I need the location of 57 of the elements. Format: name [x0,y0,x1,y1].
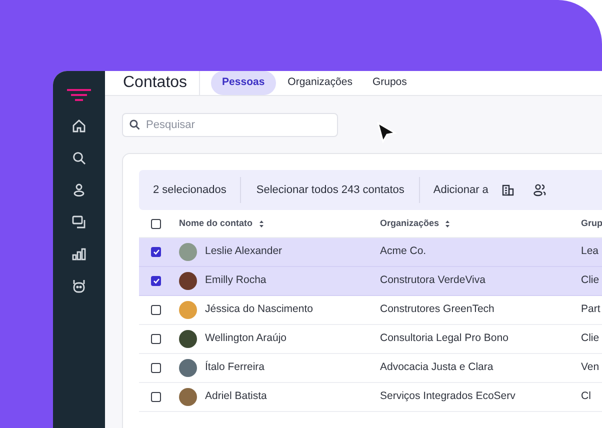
checkbox[interactable] [151,276,161,286]
checkbox[interactable] [151,334,161,344]
robot-icon[interactable] [72,279,86,293]
contact-name: Emilly Rocha [205,273,266,288]
table-row[interactable]: Leslie Alexander Acme Co. Lea [139,238,602,267]
logo-icon [67,89,91,101]
tab[interactable]: Pessoas [211,71,276,95]
page-title: Contatos [123,71,200,95]
contact-name: Wellington Araújo [205,331,287,346]
contact-name: Adriel Batista [205,389,267,404]
chart-icon[interactable] [72,247,86,261]
organization-cell-text: Serviços Integrados EcoServ [380,389,516,404]
cursor-icon [377,122,397,144]
chat-icon[interactable] [72,215,86,229]
organization-cell-text: Construtora VerdeViva [380,273,486,288]
column-header[interactable]: Grup [581,216,602,230]
avatar [179,301,197,319]
home-icon[interactable] [72,119,86,133]
table-cell-text: Clie [581,331,600,346]
search-icon [129,119,140,130]
search-field[interactable]: Pesquisar [122,113,338,137]
column-header[interactable]: Organizações [380,216,440,230]
add-to-label: Adicionar a [432,182,490,198]
building-icon[interactable] [502,184,514,196]
avatar [179,388,197,406]
checkbox[interactable] [151,218,161,228]
sort-icon[interactable] [258,220,264,228]
checkbox[interactable] [151,363,161,373]
table-cell-text: Lea [581,244,599,260]
table-row[interactable]: Emilly Rocha Construtora VerdeViva Clie [139,267,602,296]
table-cell-text: Ven [581,360,600,376]
avatar [179,330,197,348]
avatar [179,243,197,261]
checkbox[interactable] [151,247,161,257]
contact-name: Jéssica do Nascimento [205,302,313,318]
tab[interactable]: Organizações [280,71,360,95]
checkbox[interactable] [151,305,161,315]
organization-cell-text: Advocacia Justa e Clara [380,360,494,376]
table-cell-text: Clie [581,273,600,288]
select-all-button[interactable]: Selecionar todos 243 contatos [241,177,420,203]
organization-cell-text: Consultoria Legal Pro Bono [380,331,510,346]
search-icon[interactable] [72,151,86,165]
organization-cell-text: Construtores GreenTech [380,302,496,318]
selected-count: 2 selecionados [139,177,242,203]
table-cell-text: Part [581,302,600,318]
organization-cell-text: Acme Co. [380,244,428,260]
avatar [179,359,197,377]
contact-name: Ítalo Ferreira [205,360,265,376]
avatar [179,272,197,290]
checkbox[interactable] [151,392,161,402]
sort-icon[interactable] [445,220,450,228]
contact-name: Leslie Alexander [205,244,282,260]
column-header[interactable]: Nome do contato [179,216,252,230]
tab[interactable]: Grupos [364,71,415,95]
people-icon[interactable] [533,183,548,197]
table-cell-text: Cl [581,389,591,404]
person-icon[interactable] [72,183,86,197]
